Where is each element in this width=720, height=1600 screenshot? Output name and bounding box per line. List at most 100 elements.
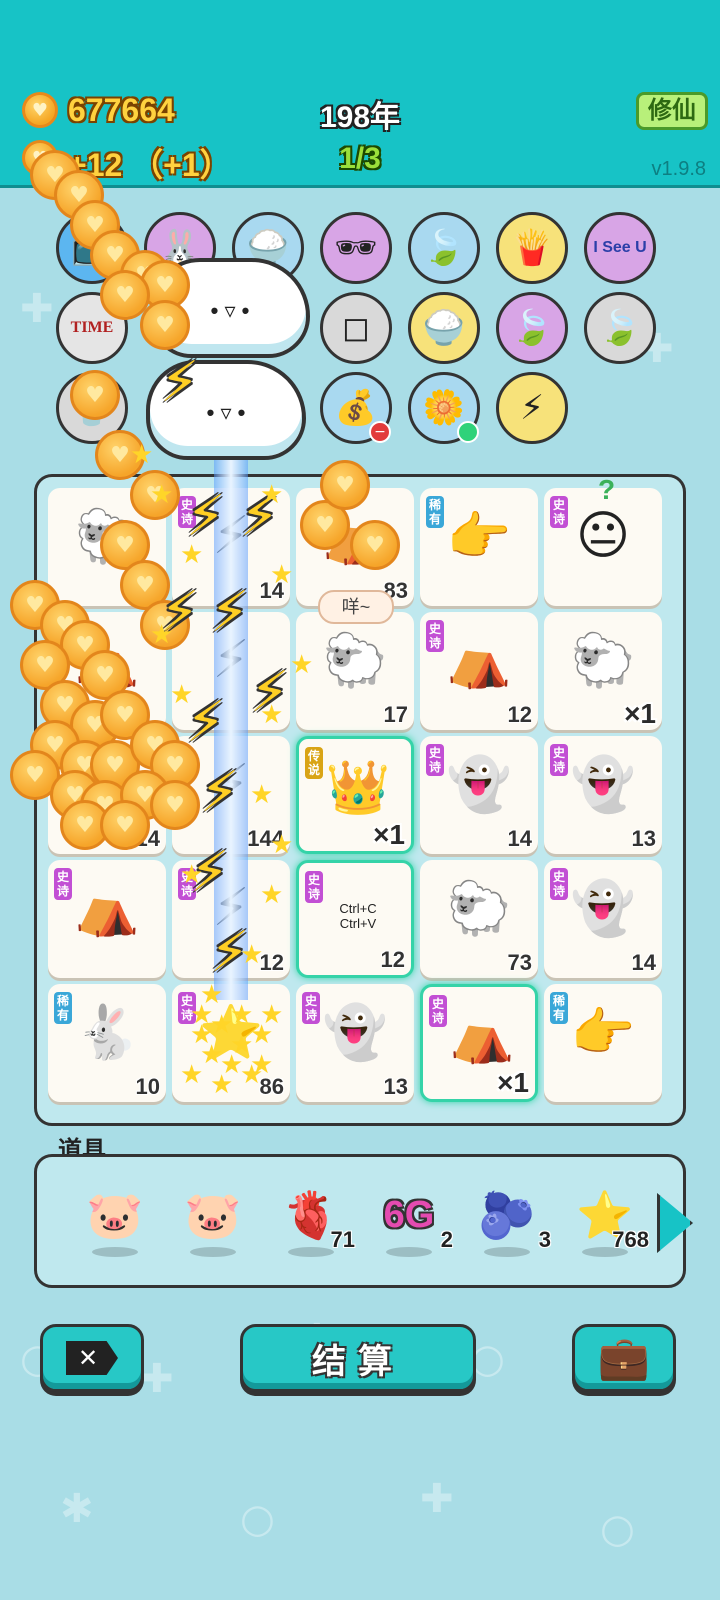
tile-count: 17: [383, 702, 408, 727]
coin-rate-icon: ♥: [22, 140, 58, 176]
coin-rate: +12 （+1）: [68, 147, 232, 183]
pointing-hand-icon: 👉: [570, 1003, 636, 1063]
piggy-bank-icon: 🐷: [184, 1188, 242, 1242]
item-count: 71: [330, 1227, 355, 1252]
board-tile[interactable]: 史诗 Ctrl+C Ctrl+V 12: [296, 860, 414, 978]
status-dot-icon: [457, 421, 479, 443]
board-tile[interactable]: 稀有 👉: [420, 488, 538, 606]
ghost-icon: 👻: [570, 755, 636, 815]
rabbit-tent-icon: ⛺: [449, 1006, 515, 1066]
bag-button[interactable]: 💼: [572, 1324, 676, 1392]
tile-count: 73: [507, 950, 532, 975]
board-tile[interactable]: 史诗 ⭐ 86: [172, 984, 290, 1102]
king-icon: 👑: [325, 758, 391, 818]
leaf-icon[interactable]: 🍃: [496, 292, 568, 364]
6g-icon: 6G: [383, 1194, 435, 1236]
board-tile[interactable]: 史诗 👻 14: [544, 860, 662, 978]
board-tile[interactable]: 稀有 🐇 10: [48, 984, 166, 1102]
board-tile[interactable]: 🐑 17: [296, 612, 414, 730]
tile-count: 144: [247, 826, 284, 851]
tile-count: 14: [507, 826, 532, 851]
leaf-icon[interactable]: 🍃: [584, 292, 656, 364]
rice-icon[interactable]: 🍚: [232, 212, 304, 284]
tile-count: 12: [380, 947, 405, 972]
item-shadow: [386, 1247, 432, 1257]
blueberry-icon: 🫐: [478, 1188, 536, 1242]
board-tile[interactable]: 史诗 ⛺ 12: [420, 612, 538, 730]
lightning-icon: ⚡: [212, 878, 250, 938]
tile-count: 14: [135, 826, 160, 851]
board-tile[interactable]: 史诗 ⚡ 12: [172, 860, 290, 978]
milk-tea-icon[interactable]: 🥤: [56, 372, 128, 444]
star-icon: ⭐: [198, 1003, 264, 1063]
year-counter: 198年: [319, 101, 401, 134]
time-magazine-icon[interactable]: TIME: [56, 292, 128, 364]
piggy-bank-item[interactable]: 🐷: [173, 1187, 253, 1277]
board-tile[interactable]: 史诗 👻 13: [544, 736, 662, 854]
board-tile[interactable]: 史诗 ⛺: [48, 860, 166, 978]
xiuxian-button[interactable]: 修仙: [636, 92, 708, 130]
rabbit-icon[interactable]: 🐰: [144, 212, 216, 284]
board-tile[interactable]: 14: [48, 736, 166, 854]
board-tile[interactable]: 史诗 ⛺ ×1: [420, 984, 538, 1102]
piggy-bank-icon: 🐷: [86, 1188, 144, 1242]
item-count: 768: [612, 1227, 649, 1252]
sugar-cubes-icon[interactable]: ◻: [320, 292, 392, 364]
round-counter: 1/3: [339, 142, 381, 175]
item-shadow: [190, 1247, 236, 1257]
item-shadow: [288, 1247, 334, 1257]
rice-bowl-icon[interactable]: 🍚: [408, 292, 480, 364]
blueberry-item[interactable]: 🫐 3: [467, 1187, 551, 1277]
rabbit-tent-icon: ⛺: [74, 879, 140, 939]
leaf-icon[interactable]: 🍃: [408, 212, 480, 284]
board-tile[interactable]: 史诗 👻 13: [296, 984, 414, 1102]
tv-icon[interactable]: 📺: [56, 212, 128, 284]
board-tile[interactable]: 🐑: [48, 488, 166, 606]
close-button[interactable]: ✕: [40, 1324, 144, 1392]
board-tile[interactable]: 🐑 73: [420, 860, 538, 978]
board-tile[interactable]: ⛺: [48, 612, 166, 730]
board-tile[interactable]: 史诗 👻 14: [420, 736, 538, 854]
sheep-icon: 🐑: [570, 631, 636, 691]
pointing-hand-icon: 👉: [446, 507, 512, 567]
tile-count: 10: [135, 1074, 160, 1099]
ghost-icon: 👻: [322, 1003, 388, 1063]
board-tile[interactable]: ⛺ 83: [296, 488, 414, 606]
version-label: v1.9.8: [651, 158, 706, 180]
question-mark: ?: [598, 474, 616, 505]
i-see-u-icon[interactable]: I See U: [584, 212, 656, 284]
tile-count: 14: [631, 950, 656, 975]
sheep-speech-bubble: 咩~: [318, 590, 394, 624]
multiplier-label: ×1: [497, 1067, 529, 1098]
lightning-icon: ⚡: [212, 754, 250, 814]
board-tile[interactable]: ⚡ 144: [172, 736, 290, 854]
6g-item[interactable]: 6G 2: [369, 1187, 453, 1277]
rarity-tag: 史诗: [305, 871, 323, 903]
liver-item[interactable]: 🫀 71: [271, 1187, 355, 1277]
board-tile[interactable]: 传说 👑 ×1: [296, 736, 414, 854]
lightning-icon[interactable]: ⚡: [496, 372, 568, 444]
rabbit-tent-icon: ⛺: [74, 631, 140, 691]
settle-button[interactable]: 结算: [240, 1324, 476, 1392]
tile-count: 14: [259, 578, 284, 603]
board-tile[interactable]: ⚡: [172, 612, 290, 730]
copy-paste-icon: Ctrl+C Ctrl+V: [339, 901, 377, 931]
board-tile[interactable]: 🐑 ×1: [544, 612, 662, 730]
top-status-bar: ♥ 677664 ♥ +12 （+1） 198年 1/3 修仙 v1.9.8: [0, 0, 720, 188]
sack-icon[interactable]: 💰 −: [320, 372, 392, 444]
flower-pot-icon[interactable]: 🌼: [408, 372, 480, 444]
sheep-icon: 🐑: [322, 631, 388, 691]
piggy-bank-item[interactable]: 🐷: [75, 1187, 155, 1277]
rabbit-tent-icon: ⛺: [322, 507, 388, 567]
board-tile[interactable]: 史诗 ⚡ 14: [172, 488, 290, 606]
ghost-icon: 👻: [446, 755, 512, 815]
tile-count: 13: [383, 1074, 408, 1099]
remove-badge-icon: −: [369, 421, 391, 443]
star-item[interactable]: ⭐ 768: [565, 1187, 649, 1277]
item-count: 2: [440, 1227, 453, 1252]
sunglasses-orange-icon[interactable]: 🕶: [320, 212, 392, 284]
coin-total: 677664: [68, 92, 175, 128]
board-tile[interactable]: 稀有 👉: [544, 984, 662, 1102]
fries-icon[interactable]: 🍟: [496, 212, 568, 284]
lightning-icon: ⚡: [212, 506, 250, 566]
